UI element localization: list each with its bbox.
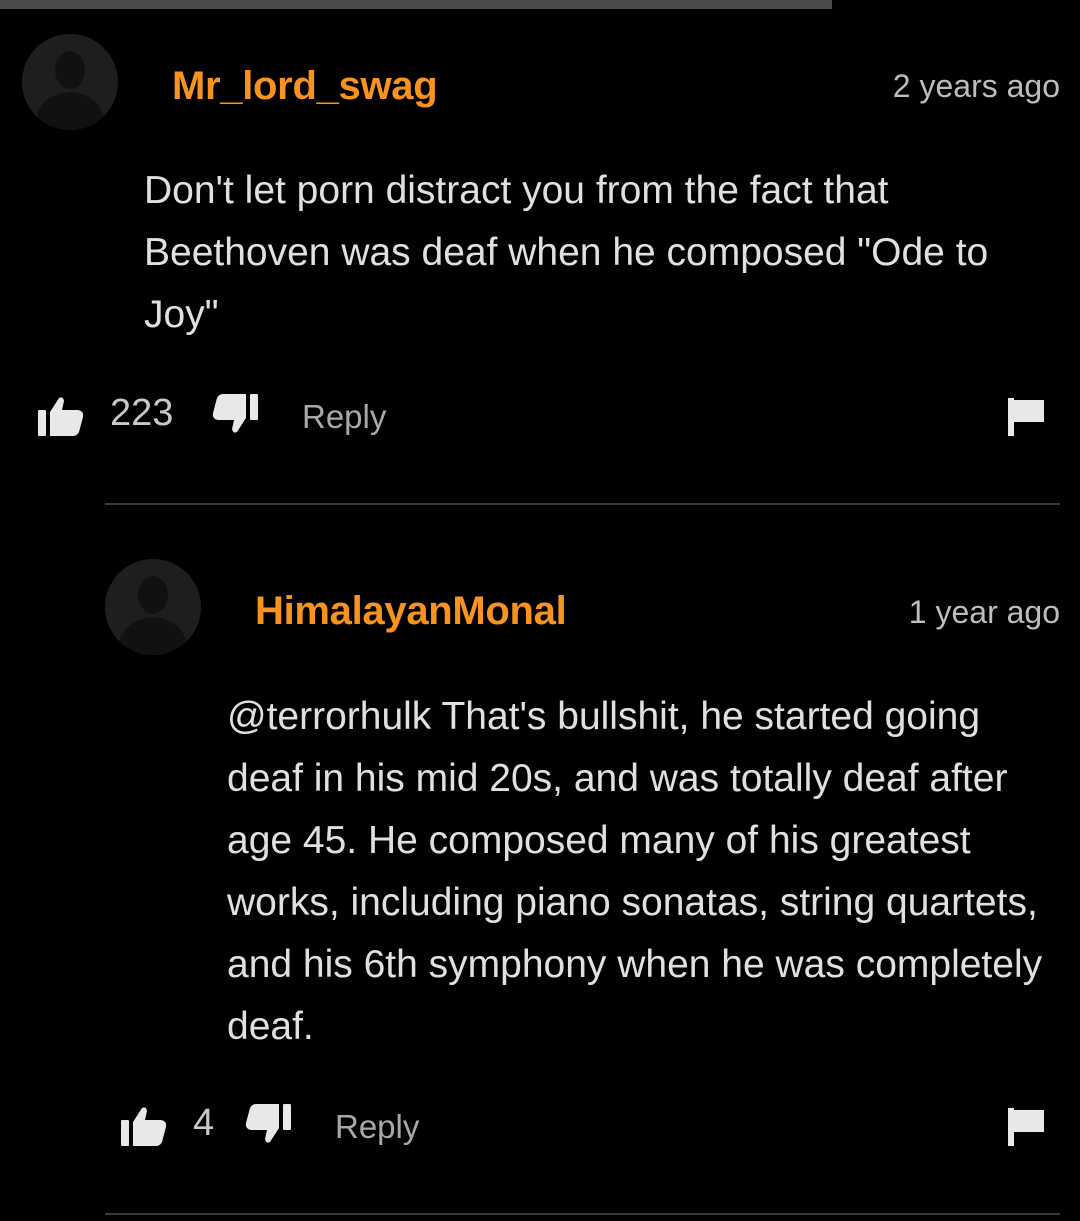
- avatar[interactable]: [22, 34, 118, 130]
- reply-button[interactable]: Reply: [335, 1108, 419, 1146]
- comment-actions: 4 Reply: [0, 1098, 1080, 1154]
- like-count: 223: [110, 392, 174, 434]
- user-silhouette-icon: [105, 559, 201, 655]
- comment-username[interactable]: HimalayanMonal: [255, 589, 567, 634]
- divider: [105, 503, 1060, 505]
- thumbs-up-icon[interactable]: [38, 396, 84, 441]
- user-silhouette-icon: [22, 34, 118, 130]
- comment-text: Don't let porn distract you from the fac…: [144, 169, 989, 336]
- comment-text: @terrorhulk That's bullshit, he started …: [227, 695, 1043, 1048]
- thumbs-down-icon[interactable]: [245, 1104, 291, 1149]
- comment-timestamp: 2 years ago: [892, 68, 1060, 104]
- thumbs-up-icon[interactable]: [121, 1106, 167, 1151]
- flag-icon[interactable]: [1008, 398, 1044, 441]
- divider: [105, 1213, 1060, 1215]
- comment-username[interactable]: Mr_lord_swag: [172, 64, 438, 109]
- comment-timestamp: 1 year ago: [908, 594, 1060, 630]
- comment-actions: 223 Reply: [0, 388, 1080, 444]
- reply-button[interactable]: Reply: [302, 398, 386, 436]
- like-count: 4: [193, 1102, 215, 1144]
- thumbs-down-icon[interactable]: [212, 394, 258, 439]
- avatar[interactable]: [105, 559, 201, 655]
- scroll-indicator: [0, 0, 832, 9]
- flag-icon[interactable]: [1008, 1108, 1044, 1151]
